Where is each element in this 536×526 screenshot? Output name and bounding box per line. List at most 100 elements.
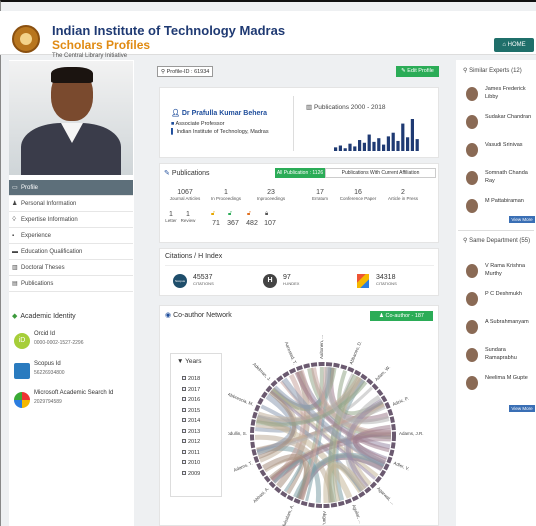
pub-bar xyxy=(353,146,357,151)
menu-item-experience[interactable]: ▪ Experience xyxy=(9,228,133,244)
stat-article-in-press[interactable]: 2 Article in Press xyxy=(382,189,424,201)
year-checkbox-2013[interactable]: 2013 xyxy=(182,428,200,435)
orange-lock-icon: 🔓︎ xyxy=(247,211,251,217)
coauthor-label[interactable]: Adams, J.R. xyxy=(399,431,424,436)
menu-item-label: Expertise Information xyxy=(21,217,78,223)
pub-bar xyxy=(377,138,381,151)
stat-journal-articles[interactable]: 1067 Journal Articles xyxy=(164,189,206,201)
pub-bar xyxy=(362,142,366,151)
scopus-icon xyxy=(14,363,30,379)
tab-current-affiliation[interactable]: Publications With Current Affiliation xyxy=(325,168,436,178)
same-department-title: ⚲ Same Department (55) xyxy=(463,238,531,244)
avatar xyxy=(466,171,478,185)
coauthor-label[interactable]: Abbasi, A. xyxy=(252,486,270,504)
similar-expert[interactable]: Vasudi Srinivas xyxy=(460,141,536,165)
pub-bar xyxy=(401,123,405,151)
avatar xyxy=(466,264,478,278)
coauthor-label[interactable]: Adams, T. xyxy=(233,460,253,472)
coauthor-label[interactable]: Adam, W. xyxy=(374,365,391,382)
menu-item-profile[interactable]: ▭ Profile xyxy=(9,180,133,196)
coauthor-label[interactable]: Aguilar, ... xyxy=(351,504,363,524)
avatar xyxy=(466,320,478,334)
dept-expert[interactable]: V Rama Krishna Murthy xyxy=(460,262,536,286)
similar-expert[interactable]: James Frederick Libby xyxy=(460,85,536,109)
dept-expert[interactable]: Neelima M Gupte xyxy=(460,374,536,398)
scopus-label: Scopus Id xyxy=(34,361,61,367)
year-checkbox-2010[interactable]: 2010 xyxy=(182,460,200,466)
coauthor-label[interactable]: Adzic, P. xyxy=(392,396,410,407)
menu-item-label: Personal Information xyxy=(21,201,77,207)
pub-bar xyxy=(410,119,414,151)
citations-title: Citations / H Index xyxy=(165,253,223,260)
microsoft-academic-value: 2029794589 xyxy=(34,399,62,405)
file-icon: ▤ xyxy=(12,281,18,287)
home-button[interactable]: ⌂ HOME xyxy=(494,38,534,52)
scopus-citations: 45537 CITATIONS xyxy=(193,274,214,286)
menu-item-doctoral-theses[interactable]: ▥ Doctoral Theses xyxy=(9,260,133,276)
person-icon: ♟ xyxy=(12,201,18,207)
year-checkbox-2012[interactable]: 2012 xyxy=(182,439,200,445)
menu-item-expertise-information[interactable]: 💡︎ Expertise Information xyxy=(9,212,133,228)
menu-item-personal-information[interactable]: ♟ Personal Information xyxy=(9,196,133,212)
coauthor-label[interactable]: Abdullin, S. xyxy=(228,431,247,436)
coauthor-label[interactable]: Abbaneo, D. xyxy=(348,340,362,365)
years-filter: ▼ Years 2018 2017 2016 2015 2014 2013 2012 2011… xyxy=(170,353,222,497)
pencil-icon: ✎ xyxy=(164,170,172,177)
scopus-item[interactable]: Scopus Id 56226934800 xyxy=(14,361,132,385)
year-checkbox-2018[interactable]: 2018 xyxy=(182,376,200,382)
similar-view-more-button[interactable]: View More xyxy=(509,216,535,223)
stat-letter[interactable]: 1 Letter xyxy=(163,211,179,223)
year-checkbox-2011[interactable]: 2011 xyxy=(182,449,200,456)
coauthor-button[interactable]: ♟ Co-author - 187 xyxy=(370,311,433,321)
pub-bar xyxy=(338,145,342,151)
publications-chart-title: ▥ Publications 2000 - 2018 xyxy=(306,104,386,111)
coauthor-label[interactable]: Aarestad, T. xyxy=(284,341,298,365)
menu-item-education-qualification[interactable]: ▬ Education Qualification xyxy=(9,244,133,260)
stat-conference-paper[interactable]: 16 Conference Paper xyxy=(334,189,382,201)
coauthor-label[interactable]: Agarwal, ... xyxy=(376,486,395,505)
profile-institute: ▌ Indian Institute of Technology, Madras xyxy=(171,129,269,135)
dept-expert[interactable]: Sundara Ramaprabhu xyxy=(460,346,536,370)
pub-bar xyxy=(343,148,347,151)
site-subtitle: Scholars Profiles xyxy=(52,38,151,52)
dept-view-more-button[interactable]: View More xyxy=(509,405,535,412)
dept-expert[interactable]: A Subrahmanyam xyxy=(460,318,536,342)
coauthor-chord-diagram[interactable]: Aaltonen, ... Abbaneo, D. Adam, W. Adzic, P… xyxy=(228,330,438,526)
orcid-item[interactable]: iD Orcid Id 0000-0002-1527-2296 xyxy=(14,331,132,355)
year-checkbox-2014[interactable]: 2014 xyxy=(182,418,200,424)
coauthor-label[interactable]: Abdulsalam, A. xyxy=(279,504,295,526)
coauthor-label[interactable]: Adelman, J. xyxy=(252,362,272,382)
green-lock-icon: 🔓︎ xyxy=(228,211,232,217)
filter-icon: ▼ xyxy=(177,358,186,365)
year-checkbox-2015[interactable]: 2015 xyxy=(182,407,200,414)
microsoft-academic-item[interactable]: Microsoft Academic Search Id 2029794589 xyxy=(14,390,132,414)
year-checkbox-2017[interactable]: 2017 xyxy=(182,386,200,393)
publications-bar-chart xyxy=(334,119,419,151)
publications-title: ✎ Publications xyxy=(164,170,210,177)
coauthor-label[interactable]: Adler, V. xyxy=(393,460,410,471)
menu-item-publications[interactable]: ▤ Publications xyxy=(9,276,133,292)
dept-expert[interactable]: P C Deshmukh xyxy=(460,290,536,314)
year-checkbox-2009[interactable]: 2009 xyxy=(182,470,200,477)
open-count-2: 367 xyxy=(227,220,239,227)
bulb-icon: 💡︎ xyxy=(12,217,17,223)
iitm-logo-icon[interactable] xyxy=(12,25,40,53)
stat-inproceedings[interactable]: 23 Inproceedings xyxy=(250,189,292,201)
tab-all-publications[interactable]: All Publication : 1126 xyxy=(275,168,325,178)
coauthor-label[interactable]: Abbrescia, M. xyxy=(228,392,254,407)
year-checkbox-2016[interactable]: 2016 xyxy=(182,397,200,403)
similar-expert[interactable]: Sudakar Chandran xyxy=(460,113,536,137)
stat-in-proceedings[interactable]: 1 In Proceedings xyxy=(205,189,247,201)
similar-expert[interactable]: Somnath Chanda Ray xyxy=(460,169,536,193)
pub-bar xyxy=(415,139,419,151)
menu-item-label: Profile xyxy=(21,185,39,191)
coauthor-label[interactable]: Akgun, B. xyxy=(322,511,327,526)
coauthor-label[interactable]: Aaltonen, ... xyxy=(319,335,324,359)
stat-review[interactable]: 1 Review xyxy=(180,211,196,223)
academic-identity-title: ◆ Academic Identity xyxy=(12,313,76,320)
similar-experts-title: ⚲ Similar Experts (12) xyxy=(463,68,522,74)
menu-item-label: Education Qualification xyxy=(21,249,83,255)
edit-profile-button[interactable]: ✎ Edit Profile xyxy=(396,66,439,77)
avatar xyxy=(466,87,478,101)
pub-bar xyxy=(391,132,395,151)
